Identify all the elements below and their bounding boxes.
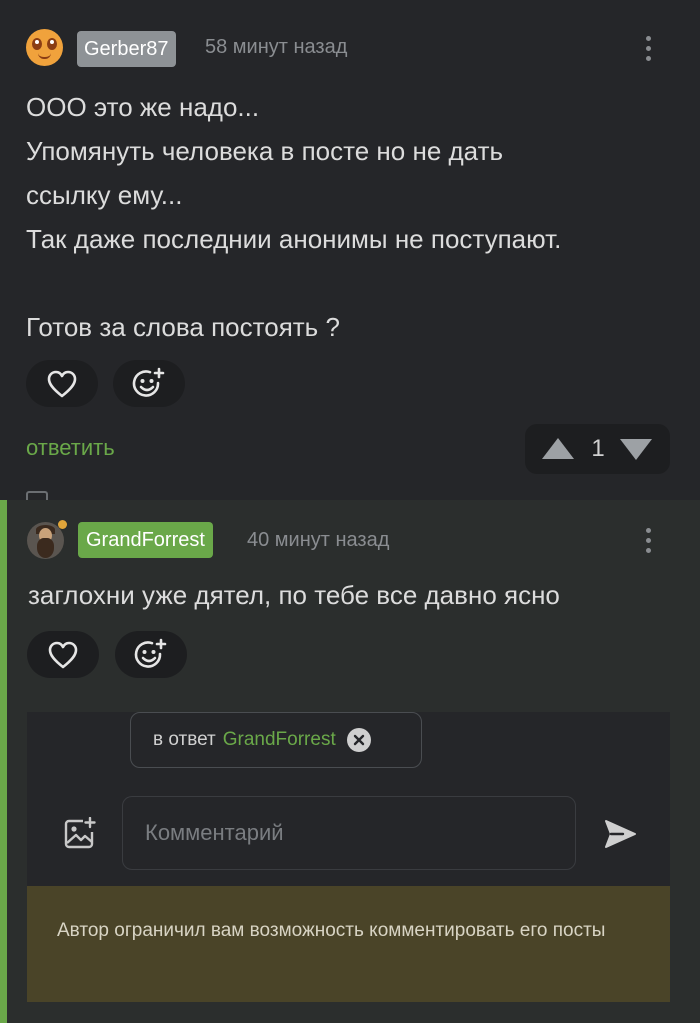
reply-to-chip: в ответ GrandForrest	[130, 712, 422, 768]
comment-line: ООО это же надо...	[26, 92, 260, 122]
reply-link[interactable]: ответить	[26, 435, 115, 461]
reply-to-user[interactable]: GrandForrest	[223, 729, 336, 751]
vote-up-icon[interactable]	[542, 438, 574, 459]
thread-line[interactable]	[0, 500, 7, 1023]
author-name[interactable]: Gerber87	[77, 31, 176, 67]
vote-down-icon[interactable]	[620, 439, 652, 460]
add-reaction-button[interactable]	[115, 631, 187, 678]
add-reaction-icon	[134, 638, 167, 668]
author-name[interactable]: GrandForrest	[78, 522, 213, 558]
comment-time: 40 минут назад	[247, 529, 390, 551]
more-icon[interactable]	[646, 528, 652, 558]
comment-input[interactable]	[122, 796, 576, 870]
comment-line	[26, 261, 676, 305]
comment-time: 58 минут назад	[205, 36, 348, 58]
comment-line: Упомянуть человека в посте но не дать	[26, 136, 504, 166]
heart-icon	[48, 641, 78, 668]
comment-line: ссылку ему...	[26, 180, 183, 210]
comment-line: Готов за слова постоять ?	[26, 312, 340, 342]
comment-body: заглохни уже дятел, по тебе все давно яс…	[28, 580, 560, 610]
restriction-notice: Автор ограничил вам возможность комменти…	[27, 886, 670, 1002]
reply-to-prefix: в ответ	[153, 729, 216, 750]
add-image-icon[interactable]	[63, 816, 97, 856]
add-reaction-icon	[132, 367, 165, 397]
rating-count: 1	[591, 435, 605, 462]
send-icon[interactable]	[603, 818, 637, 855]
avatar[interactable]	[26, 29, 63, 66]
rating-box: 1	[525, 424, 670, 474]
clear-icon[interactable]	[346, 728, 371, 752]
comment-line: Так даже последнии анонимы не поступают.	[26, 224, 562, 254]
comment-body: ООО это же надо... Упомянуть человека в …	[26, 85, 676, 349]
add-reaction-button[interactable]	[113, 360, 185, 407]
like-button[interactable]	[27, 631, 99, 678]
like-button[interactable]	[26, 360, 98, 407]
heart-icon	[47, 370, 77, 397]
more-icon[interactable]	[646, 36, 652, 66]
status-dot	[58, 520, 67, 529]
